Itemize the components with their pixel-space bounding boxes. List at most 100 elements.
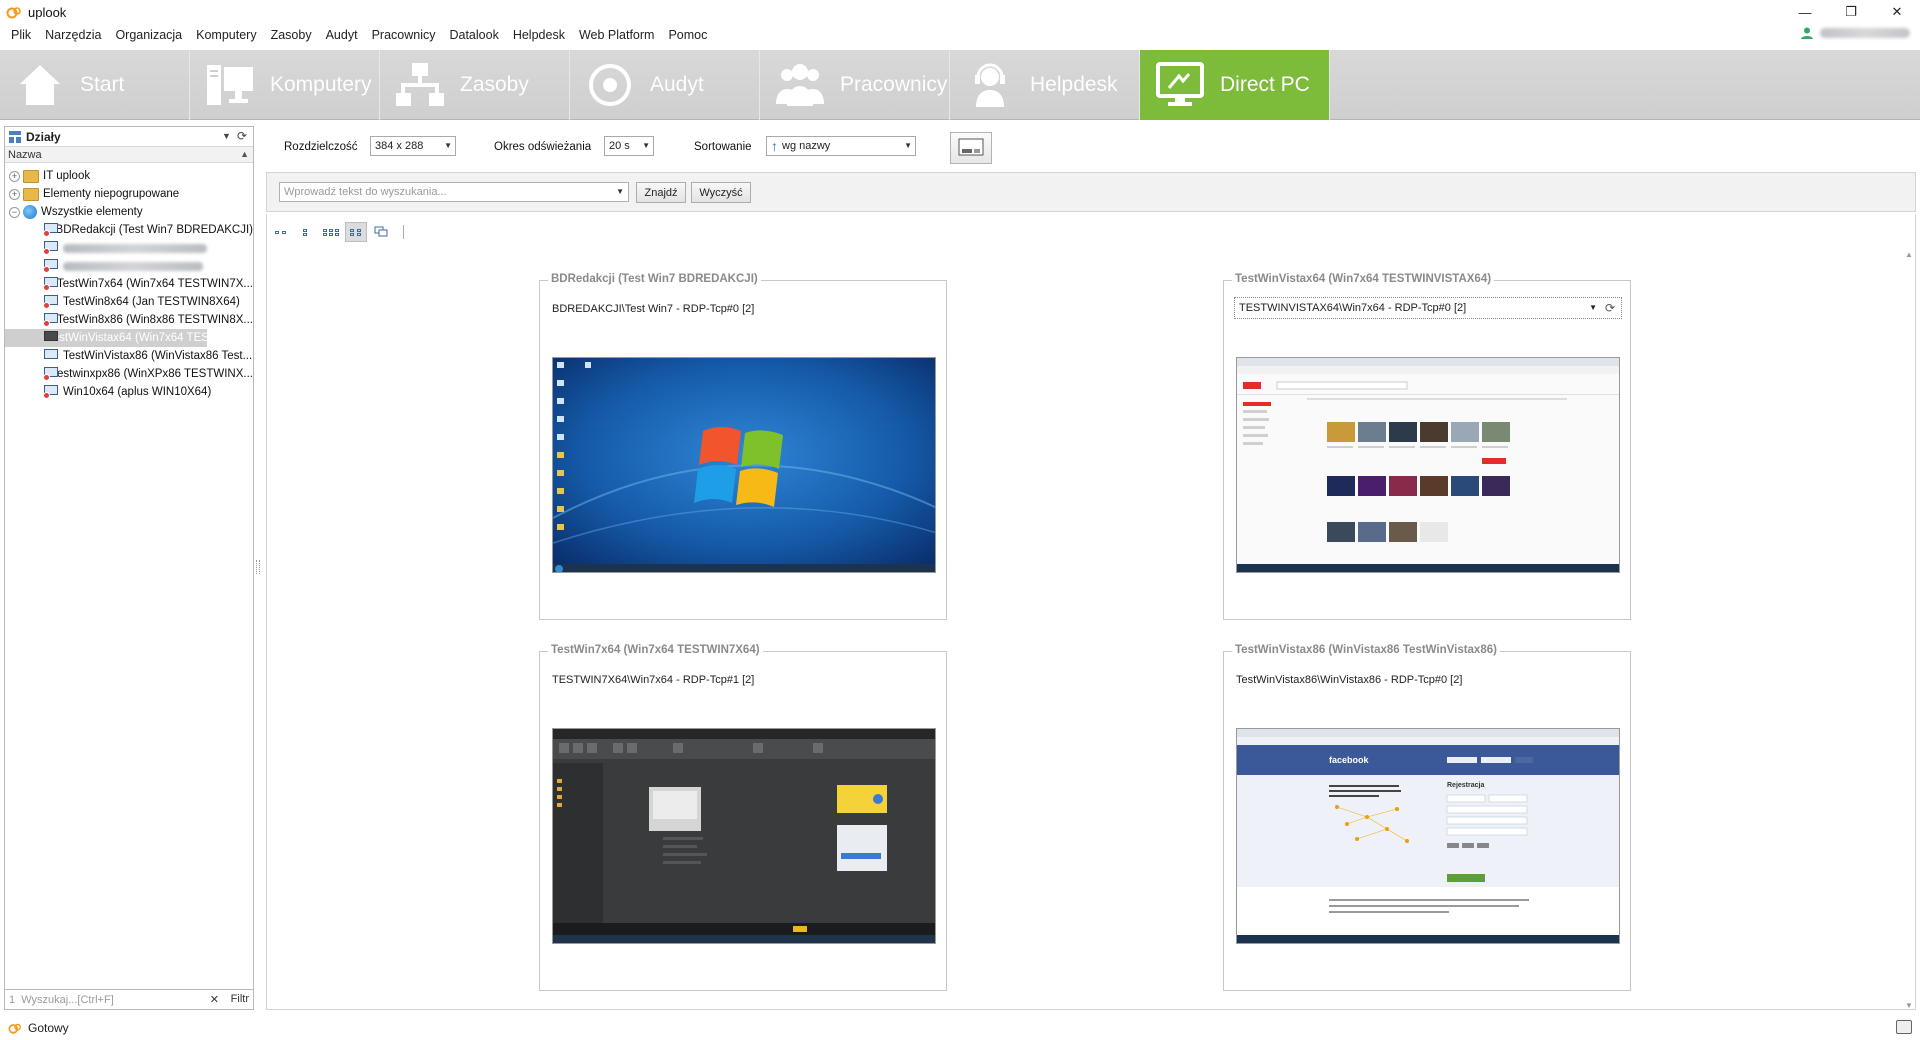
ribbon-tab-helpdesk[interactable]: Helpdesk xyxy=(950,50,1140,120)
layout-2x1-button[interactable] xyxy=(295,222,317,242)
menu-organizacja[interactable]: Organizacja xyxy=(108,28,189,42)
expand-icon[interactable]: + xyxy=(9,170,20,182)
refresh-icon[interactable]: ⟳ xyxy=(1605,301,1615,315)
computer-icon xyxy=(43,384,59,400)
tree-computer[interactable]: TestWin8x64 (Jan TESTWIN8X64) xyxy=(5,293,253,311)
layout-dual-monitor-button[interactable] xyxy=(370,222,392,242)
tree-group-all[interactable]: − Wszystkie elementy xyxy=(5,203,253,221)
computer-card[interactable]: TestWinVistax64 (Win7x64 TESTWINVISTAX64… xyxy=(1223,273,1631,620)
ribbon-tab-direct-pc[interactable]: Direct PC xyxy=(1140,50,1330,120)
layout-2x2-button[interactable] xyxy=(345,222,367,242)
computer-card[interactable]: TestWinVistax86 (WinVistax86 TestWinVist… xyxy=(1223,644,1631,991)
dark-app-screenshot xyxy=(553,729,935,943)
filter-button[interactable]: Filtr xyxy=(231,993,249,1005)
session-select[interactable]: TESTWINVISTAX64\Win7x64 - RDP-Tcp#0 [2] … xyxy=(1234,297,1622,319)
notification-icon[interactable] xyxy=(1896,1020,1912,1034)
departments-header: Działy ▼ ⟳ xyxy=(5,127,253,147)
card-title: TestWin7x64 (Win7x64 TESTWIN7X64) xyxy=(548,644,763,656)
clear-search-icon[interactable]: ✕ xyxy=(210,993,219,1006)
tree-computer-selected[interactable]: TestWinVistax64 (Win7x64 TESTWI... xyxy=(5,329,240,347)
remote-screen-thumbnail[interactable] xyxy=(552,357,936,573)
departments-title: Działy xyxy=(26,129,61,144)
tree-search-input[interactable]: 1 Wyszukaj...[Ctrl+F] ✕ Filtr xyxy=(5,989,253,1009)
refresh-period-select[interactable]: 20 s ▼ xyxy=(604,136,654,156)
close-button[interactable]: ✕ xyxy=(1874,0,1920,24)
computer-card[interactable]: TestWin7x64 (Win7x64 TESTWIN7X64) TESTWI… xyxy=(539,644,947,991)
menu-narzedzia[interactable]: Narzędzia xyxy=(38,28,108,42)
remote-screen-thumbnail[interactable]: facebook Rejestracja xyxy=(1236,728,1620,944)
session-label: TESTWIN7X64\Win7x64 - RDP-Tcp#1 [2] xyxy=(552,674,755,686)
ribbon-tab-audyt[interactable]: Audyt xyxy=(570,50,760,120)
menu-datalook[interactable]: Datalook xyxy=(442,28,505,42)
chevron-down-icon[interactable]: ▼ xyxy=(616,187,624,196)
screen-mode-button[interactable] xyxy=(950,132,992,164)
menu-helpdesk[interactable]: Helpdesk xyxy=(506,28,572,42)
chevron-down-icon[interactable]: ▼ xyxy=(222,131,231,141)
refresh-period-label: Okres odświeżania xyxy=(494,141,592,153)
card-title: TestWinVistax86 (WinVistax86 TestWinVist… xyxy=(1232,644,1500,656)
youtube-screenshot xyxy=(1237,358,1619,572)
sort-select[interactable]: ↑ wg nazwy ▼ xyxy=(766,136,916,156)
user-account[interactable] xyxy=(1800,26,1910,40)
clear-button[interactable]: Wyczyść xyxy=(691,182,751,203)
ribbon-tab-komputery[interactable]: Komputery xyxy=(190,50,380,120)
departments-icon xyxy=(9,130,21,143)
refresh-icon[interactable]: ⟳ xyxy=(237,129,247,143)
tree-computer-blurred[interactable] xyxy=(5,239,253,257)
facebook-screenshot: facebook Rejestracja xyxy=(1237,729,1619,943)
find-button[interactable]: Znajdź xyxy=(636,182,686,203)
session-label: BDREDAKCJI\Test Win7 - RDP-Tcp#0 [2] xyxy=(552,303,755,315)
menu-pomoc[interactable]: Pomoc xyxy=(661,28,714,42)
chevron-down-icon: ▼ xyxy=(904,141,912,150)
scroll-up-arrow-icon[interactable]: ▲ xyxy=(1905,250,1913,259)
sort-label: Sortowanie xyxy=(694,141,752,153)
search-input[interactable]: Wprowadź tekst do wyszukania... ▼ xyxy=(279,182,629,202)
blurred-computer-name xyxy=(63,261,203,271)
tree-computer[interactable]: TestWinVistax86 (WinVistax86 Test... xyxy=(5,347,253,365)
layout-toolbar xyxy=(270,222,404,242)
resolution-label: Rozdzielczość xyxy=(284,141,358,153)
tree-computer[interactable]: Win10x64 (aplus WIN10X64) xyxy=(5,383,253,401)
menu-zasoby[interactable]: Zasoby xyxy=(264,28,319,42)
tree-computer[interactable]: testwinxpx86 (WinXPx86 TESTWINX... xyxy=(5,365,253,383)
ribbon-tab-pracownicy[interactable]: Pracownicy xyxy=(760,50,950,120)
tree-group-it-uplook[interactable]: + IT uplook xyxy=(5,167,253,185)
direct-pc-grid: BDRedakcji (Test Win7 BDREDAKCJI) BDREDA… xyxy=(266,214,1916,1010)
session-label: TestWinVistax86\WinVistax86 - RDP-Tcp#0 … xyxy=(1236,674,1463,686)
layout-3x2-button[interactable] xyxy=(320,222,342,242)
tree-computer[interactable]: BDRedakcji (Test Win7 BDREDAKCJI) xyxy=(5,221,253,239)
tree-computer[interactable]: TestWin7x64 (Win7x64 TESTWIN7X... xyxy=(5,275,253,293)
menu-komputery[interactable]: Komputery xyxy=(189,28,263,42)
tree-computer[interactable]: TestWin8x86 (Win8x86 TESTWIN8X... xyxy=(5,311,253,329)
audit-icon xyxy=(584,59,636,111)
expand-icon[interactable]: + xyxy=(9,188,20,200)
ribbon-tab-zasoby[interactable]: Zasoby xyxy=(380,50,570,120)
collapse-icon[interactable]: − xyxy=(9,206,20,218)
remote-screen-thumbnail[interactable] xyxy=(552,728,936,944)
restore-button[interactable]: ❐ xyxy=(1828,0,1874,24)
monitor-icon xyxy=(1154,59,1206,111)
layout-1x2-button[interactable] xyxy=(270,222,292,242)
menu-pracownicy[interactable]: Pracownicy xyxy=(365,28,443,42)
menu-web-platform[interactable]: Web Platform xyxy=(572,28,662,42)
remote-screen-thumbnail[interactable] xyxy=(1236,357,1620,573)
minimize-button[interactable]: — xyxy=(1782,0,1828,24)
computer-icon xyxy=(43,348,59,364)
tree-computer-blurred[interactable] xyxy=(5,257,253,275)
resolution-select[interactable]: 384 x 288 ▼ xyxy=(370,136,456,156)
department-tree: + IT uplook + Elementy niepogrupowane − … xyxy=(5,163,253,401)
vertical-scrollbar[interactable]: ▲ ▼ xyxy=(1904,250,1914,1010)
panel-splitter[interactable] xyxy=(256,560,260,574)
computer-card[interactable]: BDRedakcji (Test Win7 BDREDAKCJI) BDREDA… xyxy=(539,273,947,620)
uplook-logo-icon xyxy=(8,1023,21,1034)
sort-ascending-icon: ▲ xyxy=(240,149,249,159)
ribbon-tab-start[interactable]: Start xyxy=(0,50,190,120)
scroll-down-arrow-icon[interactable]: ▼ xyxy=(1905,1001,1913,1010)
dual-monitor-icon xyxy=(374,226,388,237)
menu-plik[interactable]: Plik xyxy=(4,28,38,42)
tree-group-ungrouped[interactable]: + Elementy niepogrupowane xyxy=(5,185,253,203)
menu-audyt[interactable]: Audyt xyxy=(319,28,365,42)
toolbar-separator xyxy=(403,225,404,239)
name-column-header[interactable]: Nazwa ▲ xyxy=(5,147,253,163)
screen-icon xyxy=(958,138,984,156)
